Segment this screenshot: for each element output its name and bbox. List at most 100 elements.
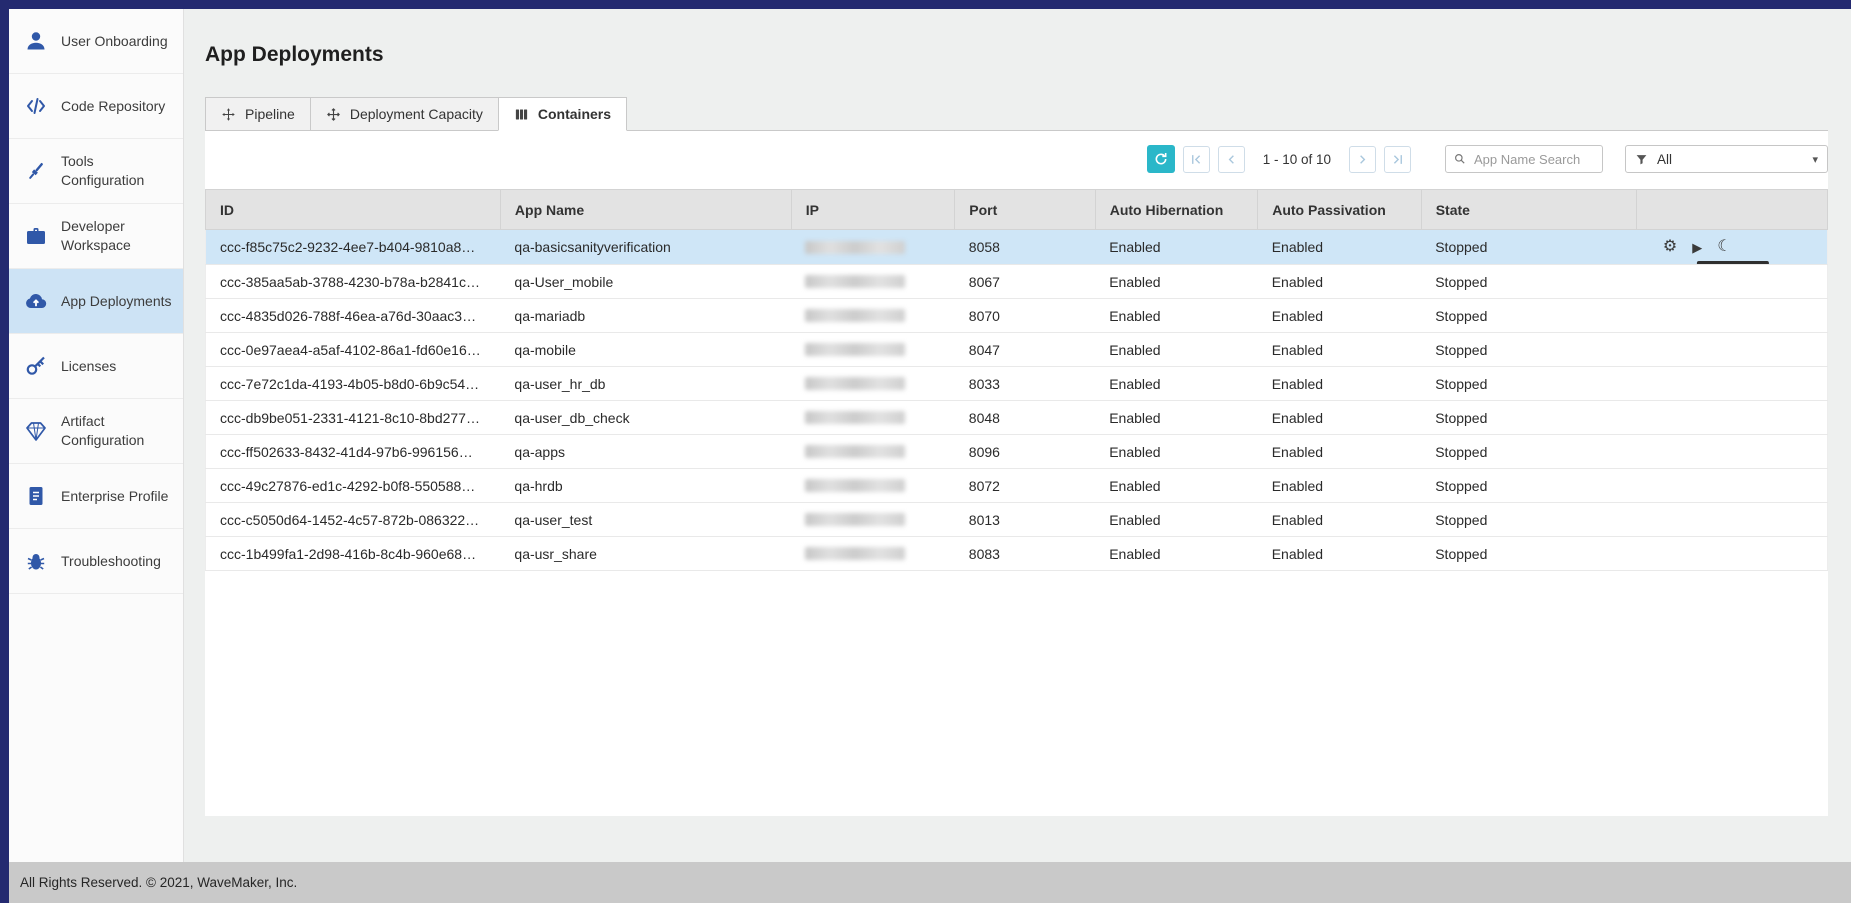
cell-id: ccc-4835d026-788f-46ea-a76d-30aac3… [206,299,501,333]
refresh-button[interactable] [1147,145,1175,173]
footer: All Rights Reserved. © 2021, WaveMaker, … [0,862,1851,903]
state-filter-select[interactable]: All ▾ [1625,145,1828,173]
cell-app-name: qa-basicsanityverification [500,230,791,265]
table-toolbar: 1 - 10 of 10 All ▾ [205,131,1828,173]
column-header-auto-passivation[interactable]: Auto Passivation [1258,190,1422,230]
cell-auto-hibernation: Enabled [1095,435,1258,469]
column-header-id[interactable]: ID [206,190,501,230]
tab-label: Pipeline [245,106,295,122]
cell-id: ccc-1b499fa1-2d98-416b-8c4b-960e68… [206,537,501,571]
previous-page-button[interactable] [1218,146,1245,173]
first-page-button[interactable] [1183,146,1210,173]
cell-ip [791,367,955,401]
cell-ip [791,435,955,469]
sidebar-item-troubleshooting[interactable]: Troubleshooting [9,529,183,594]
cell-actions [1637,333,1828,367]
cell-port: 8067 [955,265,1095,299]
column-header-state[interactable]: State [1421,190,1637,230]
redacted-ip-value [805,275,905,288]
start-icon[interactable]: ▶ [1692,241,1702,254]
table-row[interactable]: ccc-7e72c1da-4193-4b05-b8d0-6b9c54… qa-u… [206,367,1828,401]
key-icon [24,354,48,378]
table-row[interactable]: ccc-1b499fa1-2d98-416b-8c4b-960e68… qa-u… [206,537,1828,571]
table-row[interactable]: ccc-f85c75c2-9232-4ee7-b404-9810a8… qa-b… [206,230,1828,265]
sidebar-item-label: Licenses [61,357,116,376]
search-icon [1453,152,1467,166]
last-page-button[interactable] [1384,146,1411,173]
main-content: App Deployments Pipeline Deployment Capa… [184,9,1851,862]
cell-auto-passivation: Enabled [1258,230,1422,265]
sidebar-item-label: Enterprise Profile [61,487,168,506]
tab-pipeline[interactable]: Pipeline [205,97,311,131]
sidebar-item-licenses[interactable]: Licenses [9,334,183,399]
pipeline-icon [221,107,236,122]
sidebar-item-label: App Deployments [61,292,172,311]
cell-ip [791,469,955,503]
settings-icon[interactable]: ⚙ [1663,239,1677,255]
table-row[interactable]: ccc-c5050d64-1452-4c57-872b-086322… qa-u… [206,503,1828,537]
table-row[interactable]: ccc-49c27876-ed1c-4292-b0f8-550588… qa-h… [206,469,1828,503]
refresh-icon [1153,151,1169,167]
cell-ip [791,333,955,367]
table-row[interactable]: ccc-4835d026-788f-46ea-a76d-30aac3… qa-m… [206,299,1828,333]
table-row[interactable]: ccc-db9be051-2331-4121-8c10-8bd277… qa-u… [206,401,1828,435]
cell-ip [791,401,955,435]
user-icon [24,29,48,53]
sidebar-item-label: Code Repository [61,97,165,116]
app-name-search-input[interactable] [1472,151,1595,168]
column-header-actions [1637,190,1828,230]
cell-auto-hibernation: Enabled [1095,469,1258,503]
sidebar-item-app-deployments[interactable]: App Deployments [9,269,183,334]
passivate-icon[interactable]: ☾ [1717,239,1731,255]
cell-app-name: qa-mariadb [500,299,791,333]
bug-icon [24,549,48,573]
redacted-ip-value [805,343,905,356]
cell-actions [1637,367,1828,401]
tab-label: Containers [538,106,611,122]
redacted-ip-value [805,411,905,424]
cell-state: Stopped [1421,435,1637,469]
passivate-tooltip: Passivate [1697,261,1769,265]
sidebar-item-artifact-configuration[interactable]: Artifact Configuration [9,399,183,464]
capacity-icon [326,107,341,122]
next-page-button[interactable] [1349,146,1376,173]
last-page-icon [1390,152,1405,167]
sidebar-item-developer-workspace[interactable]: Developer Workspace [9,204,183,269]
sidebar-item-label: Developer Workspace [61,217,175,255]
sidebar-item-code-repository[interactable]: Code Repository [9,74,183,139]
table-row[interactable]: ccc-385aa5ab-3788-4230-b78a-b2841c… qa-U… [206,265,1828,299]
tab-containers[interactable]: Containers [498,97,627,131]
cell-ip [791,265,955,299]
sidebar-item-tools-configuration[interactable]: Tools Configuration [9,139,183,204]
sidebar-item-enterprise-profile[interactable]: Enterprise Profile [9,464,183,529]
chevron-left-icon [1224,152,1239,167]
cell-app-name: qa-user_hr_db [500,367,791,401]
first-page-icon [1189,152,1204,167]
table-header-row: ID App Name IP Port Auto Hibernation Aut… [206,190,1828,230]
table-row[interactable]: ccc-0e97aea4-a5af-4102-86a1-fd60e16… qa-… [206,333,1828,367]
table-row[interactable]: ccc-ff502633-8432-41d4-97b6-996156… qa-a… [206,435,1828,469]
tab-deployment-capacity[interactable]: Deployment Capacity [310,97,499,131]
column-header-ip[interactable]: IP [791,190,955,230]
column-header-app-name[interactable]: App Name [500,190,791,230]
cell-port: 8033 [955,367,1095,401]
pagination-range-label: 1 - 10 of 10 [1263,152,1331,167]
cell-auto-hibernation: Enabled [1095,401,1258,435]
cell-port: 8058 [955,230,1095,265]
column-header-port[interactable]: Port [955,190,1095,230]
cell-id: ccc-49c27876-ed1c-4292-b0f8-550588… [206,469,501,503]
sidebar-item-user-onboarding[interactable]: User Onboarding [9,9,183,74]
cell-state: Stopped [1421,230,1637,265]
column-header-auto-hibernation[interactable]: Auto Hibernation [1095,190,1258,230]
cell-ip [791,537,955,571]
sidebar: User Onboarding Code Repository Tools Co… [9,9,184,862]
top-navigation-bar [0,0,1851,9]
cell-port: 8013 [955,503,1095,537]
redacted-ip-value [805,547,905,560]
cell-auto-hibernation: Enabled [1095,537,1258,571]
cell-id: ccc-0e97aea4-a5af-4102-86a1-fd60e16… [206,333,501,367]
cell-auto-passivation: Enabled [1258,401,1422,435]
copyright-text: All Rights Reserved. © 2021, WaveMaker, … [20,875,297,890]
cell-app-name: qa-apps [500,435,791,469]
containers-icon [514,107,529,122]
